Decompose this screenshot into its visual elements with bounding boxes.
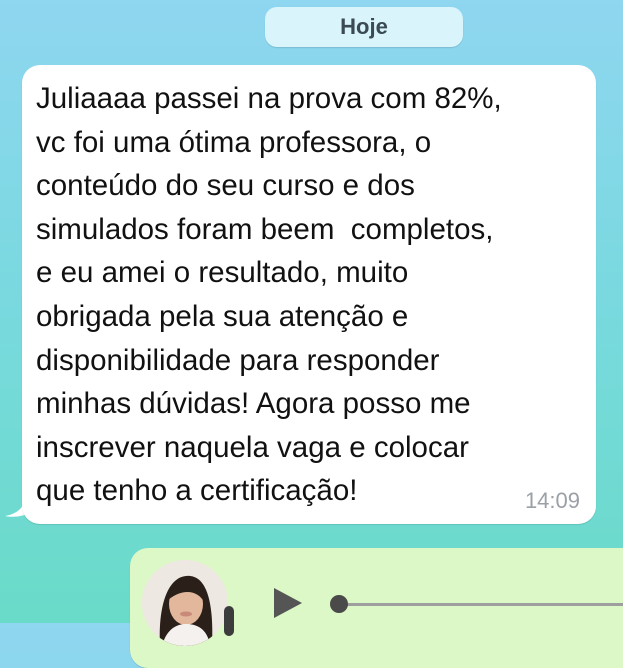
audio-progress-track[interactable] xyxy=(346,603,623,606)
mic-indicator-icon xyxy=(224,606,234,636)
outgoing-audio-bubble[interactable] xyxy=(130,548,623,668)
play-icon[interactable] xyxy=(270,586,304,620)
message-timestamp: 14:09 xyxy=(524,488,580,513)
audio-scrubber-knob[interactable] xyxy=(330,595,348,613)
user-avatar-icon[interactable] xyxy=(142,560,228,646)
date-separator: Hoje xyxy=(265,7,463,47)
incoming-message-bubble[interactable]: Juliaaaa passei na prova com 82%, vc foi… xyxy=(22,65,596,524)
date-label: Hoje xyxy=(340,14,388,39)
message-text: Juliaaaa passei na prova com 82%, vc foi… xyxy=(36,82,502,508)
avatar-portrait xyxy=(142,560,228,646)
